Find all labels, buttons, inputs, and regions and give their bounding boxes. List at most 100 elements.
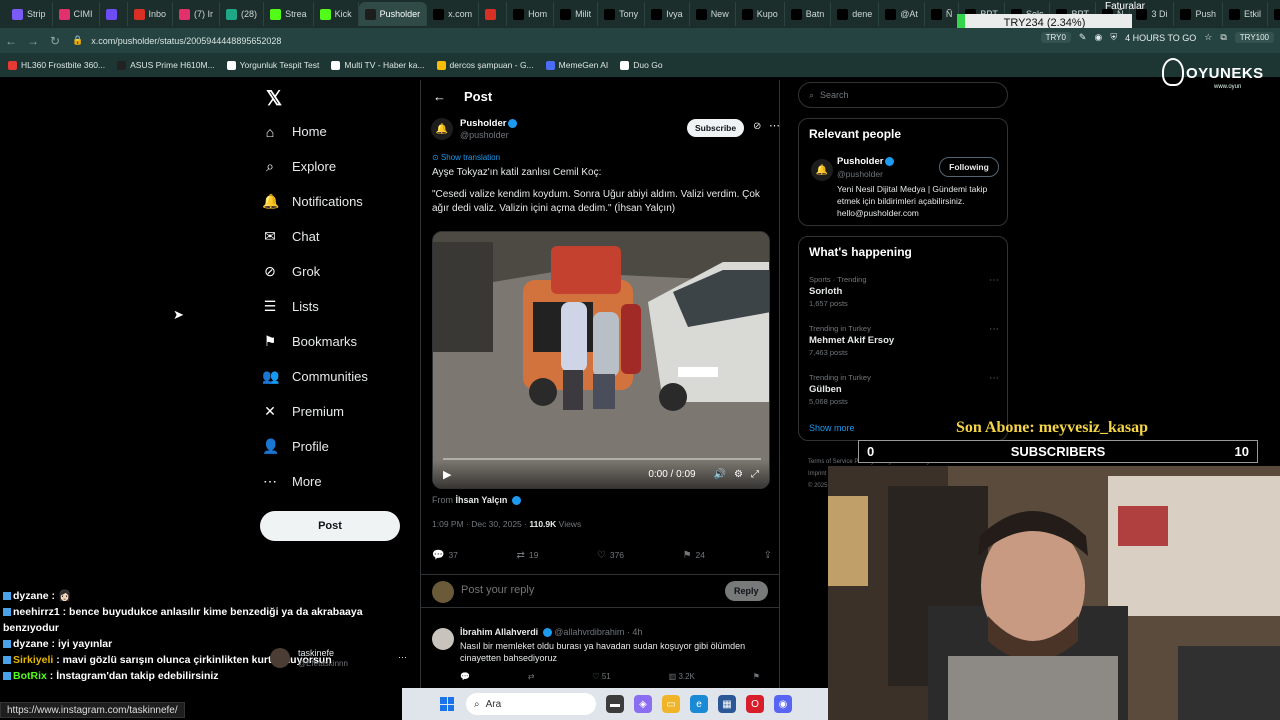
timer-extension[interactable]: 4 HOURS TO GO bbox=[1125, 33, 1196, 43]
more-options-icon[interactable]: ⋯ bbox=[398, 652, 407, 663]
browser-tab[interactable]: x.com bbox=[427, 2, 480, 26]
try-extension[interactable]: TRY0 bbox=[1040, 32, 1071, 43]
author-avatar[interactable]: 🔔 bbox=[431, 118, 453, 140]
forward-arrow-icon[interactable]: → bbox=[22, 34, 44, 48]
account-card[interactable]: taskinefe @Efetaskinnn ⋯ bbox=[270, 648, 410, 670]
author-name[interactable]: Pusholder bbox=[460, 118, 518, 129]
reply-author-handle[interactable]: @allahvrdibrahim · 4h bbox=[554, 627, 642, 637]
nav-item-premium[interactable]: ✕ Premium bbox=[262, 394, 368, 429]
chat-username[interactable]: dyzane bbox=[13, 590, 49, 602]
author-handle[interactable]: @pusholder bbox=[460, 130, 509, 140]
like-action[interactable]: ♡ 51 bbox=[592, 672, 610, 681]
browser-tab[interactable]: @At bbox=[879, 2, 925, 26]
browser-tab[interactable]: (7) Ir bbox=[173, 2, 221, 26]
relevant-handle[interactable]: @pusholder bbox=[837, 169, 883, 179]
browser-tab[interactable]: Kick bbox=[314, 2, 359, 26]
browser-tab[interactable]: Hom bbox=[507, 2, 555, 26]
back-arrow-icon[interactable]: ← bbox=[433, 89, 446, 104]
volume-icon[interactable]: 🔊 bbox=[714, 469, 726, 480]
post-button[interactable]: Post bbox=[260, 511, 400, 541]
browser-tab[interactable]: dene bbox=[831, 2, 880, 26]
following-button[interactable]: Following bbox=[939, 157, 999, 177]
more-options-icon[interactable]: ⋯ bbox=[989, 275, 999, 286]
browser-tab[interactable]: Strea bbox=[264, 2, 314, 26]
bookmark-action[interactable]: ⚑ 24 bbox=[683, 548, 705, 562]
video-player[interactable]: ▶ 0:00 / 0:09 🔊 ⚙ ⤢ bbox=[432, 231, 770, 489]
browser-tab[interactable]: Tony bbox=[598, 2, 646, 26]
nav-item-chat[interactable]: ✉ Chat bbox=[262, 219, 368, 254]
browser-tab[interactable]: Ivya bbox=[645, 2, 690, 26]
grok-icon[interactable]: ⊘ bbox=[753, 121, 761, 132]
reply-author-name[interactable]: İbrahim Allahverdi bbox=[460, 627, 538, 637]
browser-tab[interactable]: CIMI bbox=[53, 2, 100, 26]
camera-icon[interactable]: ◉ bbox=[1094, 32, 1102, 43]
trend-item[interactable]: Trending in Turkey Gülben 5,068 posts ⋯ bbox=[809, 373, 999, 406]
browser-tab[interactable]: Etkil bbox=[1223, 2, 1269, 26]
like-action[interactable]: ♡ 376 bbox=[597, 548, 624, 562]
subscribe-button[interactable]: Subscribe bbox=[687, 119, 745, 137]
store-icon[interactable]: ▦ bbox=[718, 695, 736, 713]
copilot-icon[interactable]: ◈ bbox=[634, 695, 652, 713]
browser-tab[interactable]: New bbox=[690, 2, 736, 26]
try100-extension[interactable]: TRY100 bbox=[1234, 32, 1274, 43]
post-timestamp[interactable]: 1:09 PM · Dec 30, 2025 · bbox=[432, 519, 527, 529]
settings-icon[interactable]: ⚙ bbox=[734, 469, 743, 480]
user-avatar[interactable] bbox=[432, 581, 454, 603]
puzzle-icon[interactable]: ⧉ bbox=[1220, 32, 1226, 43]
bookmark-item[interactable]: dercos şampuan - G... bbox=[436, 60, 534, 70]
trend-item[interactable]: Trending in Turkey Mehmet Akif Ersoy 7,463… bbox=[809, 324, 999, 357]
nav-item-notifications[interactable]: 🔔 Notifications bbox=[262, 184, 368, 219]
chat-username[interactable]: neehirrz1 bbox=[13, 606, 60, 618]
bookmark-item[interactable]: ASUS Prime H610M... bbox=[117, 60, 215, 70]
folder-icon[interactable]: ▭ bbox=[662, 695, 680, 713]
chat-username[interactable]: Sirkiyeli bbox=[13, 654, 53, 666]
browser-tab[interactable]: Milit bbox=[554, 2, 599, 26]
nav-item-home[interactable]: ⌂ Home bbox=[262, 114, 368, 149]
relevant-avatar[interactable]: 🔔 bbox=[811, 159, 833, 181]
show-translation-link[interactable]: ⊙ Show translation bbox=[432, 153, 500, 162]
reply-icon[interactable]: 💬 bbox=[460, 672, 470, 681]
browser-tab[interactable]: Ñ bbox=[925, 2, 960, 26]
browser-tab[interactable]: Kupo bbox=[736, 2, 785, 26]
fullscreen-icon[interactable]: ⤢ bbox=[751, 469, 759, 480]
browser-tab[interactable]: ihsa bbox=[1268, 2, 1280, 26]
reply-item[interactable]: İbrahim Allahverdi @allahvrdibrahim · 4h… bbox=[421, 620, 779, 688]
shield-icon[interactable]: ⛨ bbox=[1110, 32, 1117, 43]
reply-input[interactable] bbox=[461, 584, 603, 596]
browser-tab[interactable]: (28) bbox=[220, 2, 265, 26]
nav-item-more[interactable]: ⋯ More bbox=[262, 464, 368, 499]
more-options-icon[interactable]: ⋯ bbox=[769, 119, 779, 132]
browser-tab[interactable]: Push bbox=[1174, 2, 1223, 26]
browser-tab[interactable] bbox=[100, 2, 128, 26]
site-info-icon[interactable]: 🔒 bbox=[72, 35, 83, 46]
edit-icon[interactable]: ✎ bbox=[1079, 32, 1087, 43]
bookmark-item[interactable]: Duo Go bbox=[620, 60, 663, 70]
play-icon[interactable]: ▶ bbox=[443, 468, 451, 481]
show-more-link[interactable]: Show more bbox=[809, 423, 855, 433]
nav-item-explore[interactable]: ⌕ Explore bbox=[262, 149, 368, 184]
x-logo-icon[interactable]: 𝕏 bbox=[266, 86, 282, 111]
more-options-icon[interactable]: ⋯ bbox=[989, 324, 999, 335]
nav-item-profile[interactable]: 👤 Profile bbox=[262, 429, 368, 464]
bookmark-icon[interactable]: ⚑ bbox=[753, 672, 760, 681]
repost-icon[interactable]: ⇄ bbox=[528, 672, 535, 681]
more-options-icon[interactable]: ⋯ bbox=[989, 373, 999, 384]
edge-icon[interactable]: e bbox=[690, 695, 708, 713]
browser-tab[interactable]: Inbo bbox=[128, 2, 174, 26]
nav-item-communities[interactable]: 👥 Communities bbox=[262, 359, 368, 394]
browser-tab[interactable]: Strip bbox=[6, 2, 53, 26]
share-action[interactable]: ⇪ bbox=[764, 548, 772, 562]
reply-button[interactable]: Reply bbox=[725, 581, 768, 601]
bookmark-item[interactable]: MemeGen AI bbox=[545, 60, 608, 70]
nav-item-grok[interactable]: ⊘ Grok bbox=[262, 254, 368, 289]
chat-username[interactable]: BotRix bbox=[13, 670, 47, 682]
browser-tab[interactable] bbox=[479, 2, 508, 26]
repost-action[interactable]: ⇄ 19 bbox=[516, 548, 538, 562]
chat-username[interactable]: dyzane bbox=[13, 638, 49, 650]
reply-action[interactable]: 💬 37 bbox=[432, 548, 458, 562]
reply-avatar[interactable] bbox=[432, 628, 454, 650]
url-field[interactable]: x.com/pusholder/status/20059444488956520… bbox=[91, 36, 281, 46]
bookmark-item[interactable]: Multi TV - Haber ka... bbox=[331, 60, 425, 70]
back-arrow-icon[interactable]: ← bbox=[0, 34, 22, 48]
bookmark-item[interactable]: HL360 Frostbite 360... bbox=[8, 60, 105, 70]
